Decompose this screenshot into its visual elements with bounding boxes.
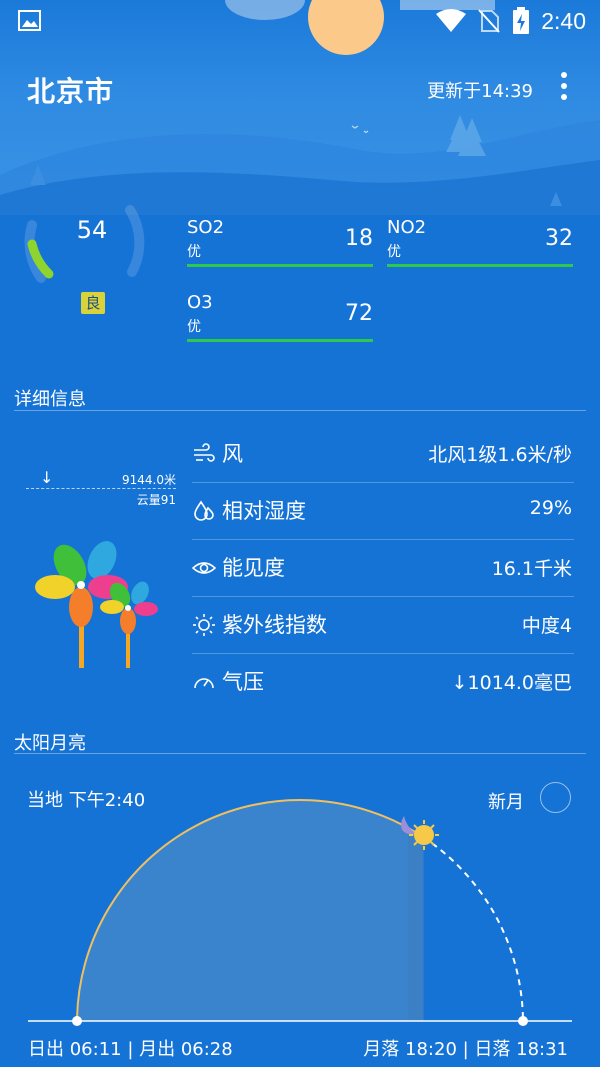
detail-label: 气压 xyxy=(222,670,264,694)
more-options-button[interactable] xyxy=(556,72,572,106)
detail-row-wind: 风 北风1级1.6米/秒 xyxy=(192,426,574,483)
pollutant-value: 18 xyxy=(345,226,373,251)
detail-value: 16.1千米 xyxy=(491,558,572,580)
detail-value: 北风1级1.6米/秒 xyxy=(428,444,572,466)
eye-icon xyxy=(192,562,216,574)
daylight-elapsed-area xyxy=(77,800,423,1021)
battery-icon xyxy=(513,7,529,34)
wifi-icon xyxy=(436,9,466,32)
no-sim-icon xyxy=(478,9,500,33)
update-time-text: 更新于14:39 xyxy=(427,81,533,102)
menu-dot xyxy=(561,83,567,89)
pollutant-name: SO2 xyxy=(187,217,225,238)
cloud-amount: 云量91 xyxy=(136,493,176,507)
pollutant-bar xyxy=(387,264,573,267)
humidity-icon xyxy=(194,500,214,521)
aqi-value: 54 xyxy=(76,216,108,244)
pollutant-so2: SO2 优 18 xyxy=(187,217,373,267)
aqi-gauge-ring xyxy=(24,205,145,283)
moonset-sunset-text: 月落 18:20 | 日落 18:31 xyxy=(363,1039,568,1060)
wind-icon xyxy=(194,443,215,462)
detail-label: 风 xyxy=(222,442,243,466)
aqi-level-badge: 良 xyxy=(81,292,105,314)
sunrise-dot xyxy=(72,1016,82,1026)
moon-phase-label: 新月 xyxy=(488,792,524,813)
pollutant-o3: O3 优 72 xyxy=(187,292,373,342)
sun-arc-chart xyxy=(28,799,572,1026)
detail-row-uv: 紫外线指数 中度4 xyxy=(192,597,574,654)
status-bar: 2:40 xyxy=(0,0,600,44)
detail-label: 能见度 xyxy=(222,556,285,580)
detail-value: ↓1014.0毫巴 xyxy=(451,672,572,694)
divider xyxy=(14,410,586,411)
menu-dot xyxy=(561,72,567,78)
status-time: 2:40 xyxy=(541,8,586,34)
detail-row-pressure: 气压 ↓1014.0毫巴 xyxy=(192,654,574,711)
details-section-title: 详细信息 xyxy=(14,389,86,410)
pressure-gauge-icon xyxy=(194,678,214,689)
pollutant-value: 32 xyxy=(545,226,573,251)
pollutant-grade: 优 xyxy=(387,244,401,260)
new-moon-icon xyxy=(540,782,571,813)
gallery-icon xyxy=(18,10,41,31)
detail-value: 29% xyxy=(529,497,572,519)
pollutant-no2: NO2 优 32 xyxy=(387,217,573,267)
pollutant-name: O3 xyxy=(187,292,213,313)
sunset-dot xyxy=(518,1016,528,1026)
pollutant-grade: 优 xyxy=(187,244,201,260)
detail-row-visibility: 能见度 16.1千米 xyxy=(192,540,574,597)
detail-label: 相对湿度 xyxy=(222,499,306,523)
detail-value: 中度4 xyxy=(521,615,572,637)
sun-uv-icon xyxy=(193,614,215,636)
pollutant-grade: 优 xyxy=(187,319,201,335)
detail-row-humidity: 相对湿度 29% xyxy=(192,483,574,540)
sunrise-moonrise-text: 日出 06:11 | 月出 06:28 xyxy=(28,1039,233,1060)
down-arrow-icon: ↓ xyxy=(40,468,54,487)
sun-moon-section-title: 太阳月亮 xyxy=(14,733,86,754)
city-title: 北京市 xyxy=(27,75,115,108)
pollutant-value: 72 xyxy=(345,301,373,326)
local-time: 当地 下午2:40 xyxy=(27,790,146,811)
pollutant-bar xyxy=(187,264,373,267)
pollutant-bar xyxy=(187,339,373,342)
divider xyxy=(14,753,586,754)
detail-label: 紫外线指数 xyxy=(222,613,327,637)
cloud-base-line xyxy=(26,488,176,489)
moon-shadow-band xyxy=(408,830,424,1021)
cloud-height: 9144.0米 xyxy=(122,473,176,487)
menu-dot xyxy=(561,94,567,100)
sun-arc-future xyxy=(422,836,524,1022)
windmill-icon xyxy=(35,541,158,668)
pollutant-name: NO2 xyxy=(387,217,427,238)
